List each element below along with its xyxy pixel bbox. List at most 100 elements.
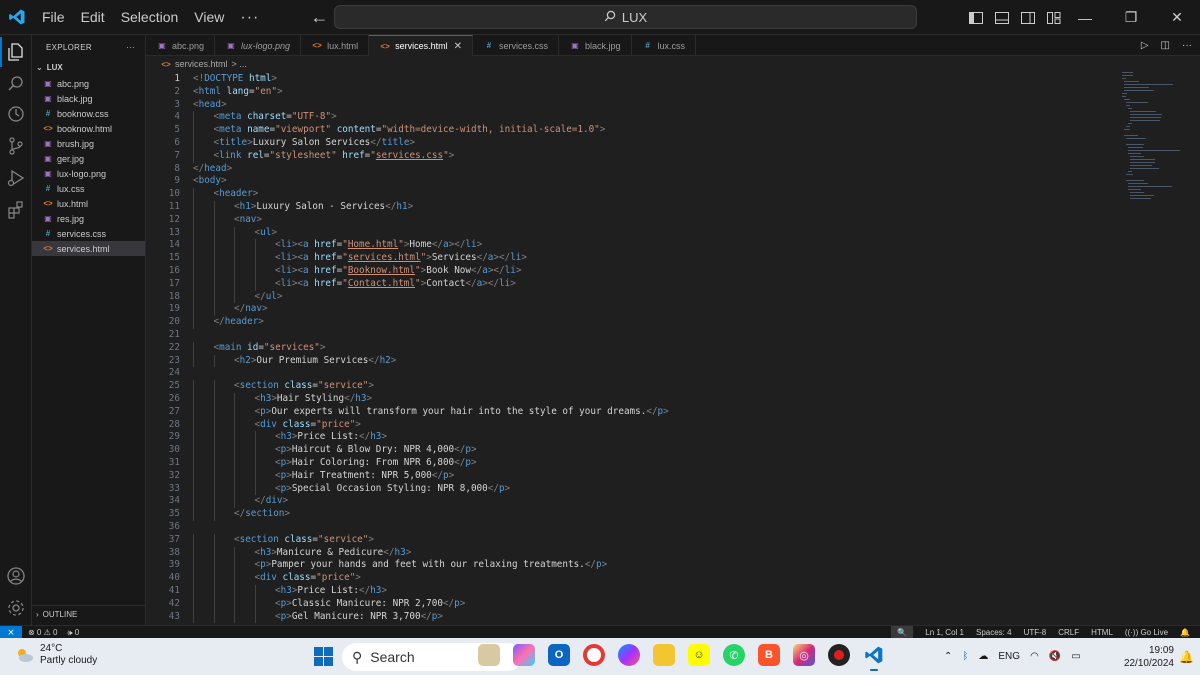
- file-item[interactable]: ▣ lux-logo.png: [32, 166, 145, 181]
- run-debug-icon[interactable]: [5, 167, 27, 189]
- code-line[interactable]: 30 <p>Haircut & Blow Dry: NPR 4,000</p>: [146, 444, 1120, 457]
- snapchat-icon[interactable]: ☺: [688, 644, 710, 666]
- notifications-bell-icon[interactable]: 🔔: [1180, 628, 1190, 637]
- code-line[interactable]: 2 <html lang="en">: [146, 86, 1120, 99]
- more-actions-icon[interactable]: ···: [1182, 40, 1192, 51]
- toggle-secondary-sidebar-icon[interactable]: [1020, 10, 1036, 26]
- menu-selection[interactable]: Selection: [113, 0, 187, 35]
- minimize-icon[interactable]: —: [1062, 0, 1108, 35]
- file-item[interactable]: # services.css: [32, 226, 145, 241]
- code-line[interactable]: 4 <meta charset="UTF-8">: [146, 111, 1120, 125]
- editor-tab[interactable]: ▣ black.jpg: [559, 35, 632, 56]
- editor-tab[interactable]: ▣ lux-logo.png: [215, 35, 302, 56]
- ports-indicator[interactable]: 🕪 0: [67, 628, 79, 638]
- back-arrow-icon[interactable]: ←: [309, 7, 329, 28]
- code-line[interactable]: 27 <p>Our experts will transform your hai…: [146, 405, 1120, 419]
- settings-gear-icon[interactable]: [5, 597, 27, 619]
- code-line[interactable]: 14 <li><a href="Home.html">Home</a></li>: [146, 239, 1120, 253]
- file-item[interactable]: <> lux.html: [32, 196, 145, 211]
- breadcrumb-rest[interactable]: > ...: [232, 59, 247, 69]
- search-icon[interactable]: [5, 73, 27, 95]
- indentation[interactable]: Spaces: 4: [976, 628, 1012, 637]
- onedrive-icon[interactable]: ☁: [978, 651, 988, 662]
- code-line[interactable]: 19 </nav>: [146, 303, 1120, 317]
- code-line[interactable]: 31 <p>Hair Coloring: From NPR 6,800</p>: [146, 457, 1120, 470]
- code-line[interactable]: 15 <li><a href="services.html">Services</…: [146, 252, 1120, 265]
- code-line[interactable]: 42 <p>Classic Manicure: NPR 2,700</p>: [146, 597, 1120, 611]
- widget-app-icon[interactable]: [478, 644, 500, 666]
- code-line[interactable]: 1 <!DOCTYPE html>: [146, 73, 1120, 86]
- code-line[interactable]: 28 <div class="price">: [146, 418, 1120, 432]
- menu-edit[interactable]: Edit: [73, 0, 113, 35]
- menu-view[interactable]: View: [186, 0, 232, 35]
- end-of-line[interactable]: CRLF: [1058, 628, 1079, 637]
- weather-widget[interactable]: 24°C Partly cloudy: [14, 643, 97, 667]
- code-line[interactable]: 22 <main id="services">: [146, 341, 1120, 355]
- toggle-primary-sidebar-icon[interactable]: [968, 10, 984, 26]
- minimap[interactable]: [1120, 72, 1200, 222]
- encoding[interactable]: UTF-8: [1024, 628, 1047, 637]
- code-line[interactable]: 21: [146, 329, 1120, 342]
- messenger-icon[interactable]: [618, 644, 640, 666]
- breadcrumb-file[interactable]: services.html: [175, 59, 228, 69]
- editor-tab[interactable]: <> services.html ✕: [369, 35, 473, 56]
- file-item[interactable]: ▣ abc.png: [32, 76, 145, 91]
- file-item[interactable]: # booknow.css: [32, 106, 145, 121]
- show-hidden-icons-icon[interactable]: ⌃: [944, 651, 952, 662]
- code-line[interactable]: 33 <p>Special Occasion Styling: NPR 8,000…: [146, 482, 1120, 496]
- copilot-icon[interactable]: [513, 644, 535, 666]
- editor-tab[interactable]: # services.css: [473, 35, 560, 56]
- code-line[interactable]: 39 <p>Pamper your hands and feet with our…: [146, 559, 1120, 573]
- battery-icon[interactable]: ▭: [1071, 651, 1080, 662]
- code-line[interactable]: 24: [146, 367, 1120, 380]
- editor-tab[interactable]: ▣ abc.png: [146, 35, 216, 56]
- code-line[interactable]: 35 </section>: [146, 508, 1120, 521]
- code-line[interactable]: 37 <section class="service">: [146, 533, 1120, 547]
- file-item[interactable]: # lux.css: [32, 181, 145, 196]
- editor-tab[interactable]: <> lux.html: [301, 35, 370, 56]
- code-line[interactable]: 34 </div>: [146, 495, 1120, 509]
- customize-layout-icon[interactable]: [1046, 10, 1062, 26]
- whatsapp-icon[interactable]: ✆: [723, 644, 745, 666]
- code-line[interactable]: 26 <h3>Hair Styling</h3>: [146, 393, 1120, 406]
- go-live-button[interactable]: ((·)) Go Live: [1125, 628, 1168, 637]
- timeline-icon[interactable]: [5, 103, 27, 125]
- code-line[interactable]: 6 <title>Luxury Salon Services</title>: [146, 137, 1120, 150]
- file-item[interactable]: ▣ brush.jpg: [32, 136, 145, 151]
- code-line[interactable]: 18 </ul>: [146, 290, 1120, 304]
- file-item[interactable]: ▣ ger.jpg: [32, 151, 145, 166]
- code-line[interactable]: 10 <header>: [146, 188, 1120, 201]
- problems-indicator[interactable]: ⊗ 0 ⚠ 0: [28, 628, 57, 637]
- code-line[interactable]: 38 <h3>Manicure & Pedicure</h3>: [146, 546, 1120, 560]
- file-item[interactable]: ▣ res.jpg: [32, 211, 145, 226]
- language-mode[interactable]: HTML: [1091, 628, 1113, 637]
- folder-root[interactable]: ⌄ LUX: [32, 58, 145, 76]
- brave-icon[interactable]: B: [758, 644, 780, 666]
- clock[interactable]: 19:09 22/10/2024: [1124, 644, 1174, 670]
- input-language[interactable]: ENG: [998, 651, 1020, 662]
- code-line[interactable]: 12 <nav>: [146, 213, 1120, 227]
- accounts-icon[interactable]: [5, 565, 27, 587]
- code-line[interactable]: 32 <p>Hair Treatment: NPR 5,000</p>: [146, 469, 1120, 483]
- code-line[interactable]: 41 <h3>Price List:</h3>: [146, 585, 1120, 598]
- code-line[interactable]: 29 <h3>Price List:</h3>: [146, 431, 1120, 445]
- code-line[interactable]: 13 <ul>: [146, 226, 1120, 240]
- wifi-icon[interactable]: ◠: [1030, 651, 1039, 662]
- vscode-taskbar-icon[interactable]: [863, 644, 885, 671]
- instagram-icon[interactable]: ◎: [793, 644, 815, 666]
- code-line[interactable]: 40 <div class="price">: [146, 572, 1120, 585]
- code-line[interactable]: 7 <link rel="stylesheet" href="services.c…: [146, 149, 1120, 163]
- recorder-icon[interactable]: [828, 644, 850, 666]
- command-center-search[interactable]: LUX: [334, 5, 917, 29]
- code-line[interactable]: 9 <body>: [146, 175, 1120, 188]
- cursor-position[interactable]: Ln 1, Col 1: [925, 628, 964, 637]
- code-line[interactable]: 17 <li><a href="Contact.html">Contact</a>…: [146, 277, 1120, 291]
- split-editor-icon[interactable]: ◫: [1161, 40, 1170, 51]
- explorer-more-button[interactable]: ···: [126, 43, 135, 52]
- explorer-icon[interactable]: [0, 37, 27, 67]
- code-editor[interactable]: 1 <!DOCTYPE html> 2 <html lang="en"> 3 <head>…: [146, 72, 1120, 625]
- chrome-icon[interactable]: [583, 644, 605, 666]
- menu-file[interactable]: File: [34, 0, 73, 35]
- run-icon[interactable]: ▷: [1141, 40, 1149, 51]
- volume-muted-icon[interactable]: 🔇: [1049, 651, 1061, 662]
